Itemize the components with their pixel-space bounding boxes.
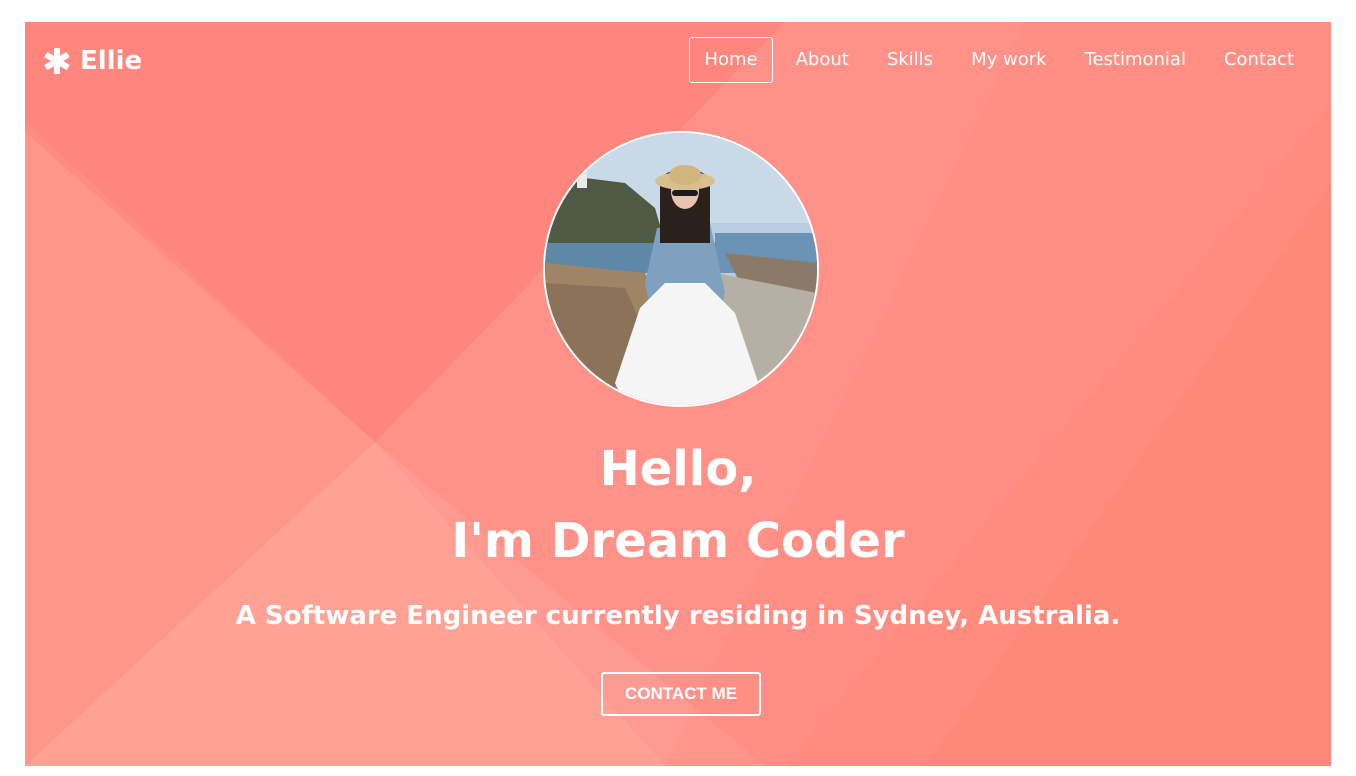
brand-name: Ellie [80, 46, 143, 76]
profile-photo [545, 133, 817, 405]
main-nav: Home About Skills My work Testimonial Co… [681, 37, 1309, 83]
hero-greeting: Hello, [599, 441, 757, 497]
brand-logo[interactable]: Ellie [42, 43, 142, 79]
nav-item-skills[interactable]: Skills [872, 37, 948, 83]
profile-avatar [543, 131, 819, 407]
nav-item-about[interactable]: About [781, 37, 864, 83]
hero-description: A Software Engineer currently residing i… [235, 601, 1121, 631]
nav-item-my-work[interactable]: My work [956, 37, 1061, 83]
hero-headline: I'm Dream Coder [451, 513, 905, 569]
hero-section: Ellie Home About Skills My work Testimon… [25, 22, 1331, 766]
nav-item-home[interactable]: Home [689, 37, 773, 83]
nav-item-contact[interactable]: Contact [1209, 37, 1309, 83]
star-icon [44, 48, 70, 74]
contact-me-button[interactable]: CONTACT ME [601, 672, 761, 716]
nav-item-testimonial[interactable]: Testimonial [1070, 37, 1201, 83]
